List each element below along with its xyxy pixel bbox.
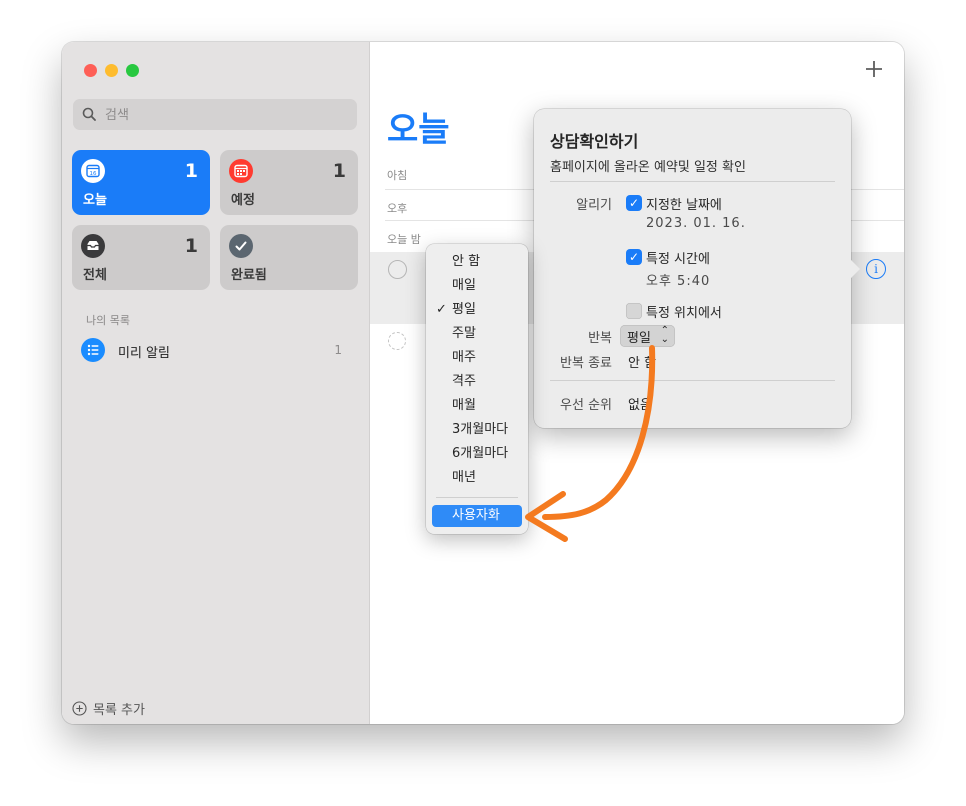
menu-item-every-6-months[interactable]: 6개월마다	[432, 443, 522, 465]
scheduled-label: 예정	[231, 193, 255, 208]
minimize-button[interactable]	[105, 64, 118, 77]
calendar-today-icon: 16	[81, 159, 105, 183]
smart-list-all[interactable]: 1 전체	[72, 225, 210, 290]
scheduled-count: 1	[332, 160, 346, 182]
svg-text:16: 16	[90, 171, 97, 177]
smart-list-completed[interactable]: 완료됨	[220, 225, 358, 290]
priority-label: 우선 순위	[560, 398, 612, 413]
close-button[interactable]	[84, 64, 97, 77]
alert-label: 알리기	[576, 198, 612, 213]
time-value[interactable]: 오후 5:40	[646, 270, 710, 289]
section-afternoon: 오후	[387, 202, 408, 215]
all-label: 전체	[83, 268, 107, 283]
repeat-value: 평일	[627, 330, 651, 346]
search-icon	[82, 107, 96, 121]
divider	[550, 181, 835, 182]
reminder-title[interactable]: 상담확인하기	[550, 128, 638, 152]
priority-value[interactable]: 없음	[628, 394, 652, 413]
today-count: 1	[184, 160, 198, 182]
add-list-button[interactable]: 목록 추가	[72, 698, 145, 718]
new-reminder-checkbox[interactable]	[388, 332, 406, 350]
complete-checkbox[interactable]	[388, 260, 407, 279]
menu-item-weekends[interactable]: 주말	[432, 323, 522, 345]
at-time-label: 특정 시간에	[646, 252, 710, 267]
divider	[550, 380, 835, 381]
reminder-note[interactable]: 홈페이지에 올라온 예약및 일정 확인	[550, 156, 746, 175]
page-title: 오늘	[387, 110, 450, 150]
sidebar: 16 1 오늘 1 예정 1 전체 완료됨 나의 목록	[62, 42, 370, 724]
checkmark-done-icon	[229, 234, 253, 258]
popover-arrow	[850, 259, 860, 279]
zoom-button[interactable]	[126, 64, 139, 77]
menu-item-weekly[interactable]: 매주	[432, 347, 522, 369]
menu-item-biweekly[interactable]: 격주	[432, 371, 522, 393]
add-reminder-button[interactable]	[862, 57, 886, 81]
search-input[interactable]	[103, 103, 347, 127]
at-time-checkbox[interactable]: ✓	[626, 249, 642, 265]
menu-item-weekdays[interactable]: ✓ 평일	[432, 299, 522, 321]
my-lists-header: 나의 목록	[86, 314, 130, 327]
add-list-label: 목록 추가	[93, 702, 145, 718]
search-field[interactable]	[73, 99, 357, 130]
end-repeat-label: 반복 종료	[560, 356, 612, 371]
menu-item-never[interactable]: 안 함	[432, 251, 522, 273]
tray-all-icon	[81, 234, 105, 258]
repeat-popup-button[interactable]: 평일 ⌃ ⌄	[620, 325, 675, 347]
date-value[interactable]: 2023. 01. 16.	[646, 216, 746, 231]
end-repeat-value[interactable]: 안 함	[628, 352, 656, 371]
repeat-label: 반복	[588, 331, 612, 346]
section-morning: 아침	[387, 169, 408, 182]
today-label: 오늘	[83, 193, 107, 208]
on-date-label: 지정한 날짜에	[646, 198, 722, 213]
completed-label: 완료됨	[231, 268, 267, 283]
menu-separator	[436, 497, 518, 498]
calendar-scheduled-icon	[229, 159, 253, 183]
plus-icon	[866, 61, 882, 77]
checkmark-icon: ✓	[436, 302, 447, 317]
repeat-menu: 안 함 매일 ✓ 평일 주말 매주 격주 매월 3개월마다 6개월마다 매년 사용…	[426, 244, 528, 534]
chevron-updown-icon: ⌃ ⌄	[660, 325, 669, 345]
list-bullet-icon	[81, 338, 105, 362]
window-controls	[84, 64, 139, 77]
smart-list-scheduled[interactable]: 1 예정	[220, 150, 358, 215]
list-item-reminders[interactable]: 미리 알림 1	[78, 336, 358, 364]
menu-item-daily[interactable]: 매일	[432, 275, 522, 297]
at-location-checkbox[interactable]	[626, 303, 642, 319]
menu-item-monthly[interactable]: 매월	[432, 395, 522, 417]
smart-list-today[interactable]: 16 1 오늘	[72, 150, 210, 215]
section-tonight: 오늘 밤	[387, 233, 421, 246]
list-count: 1	[334, 343, 342, 357]
all-count: 1	[184, 235, 198, 257]
menu-item-yearly[interactable]: 매년	[432, 467, 522, 489]
menu-item-every-3-months[interactable]: 3개월마다	[432, 419, 522, 441]
plus-circle-icon	[72, 700, 87, 716]
at-location-label: 특정 위치에서	[646, 306, 722, 321]
on-date-checkbox[interactable]: ✓	[626, 195, 642, 211]
menu-item-custom[interactable]: 사용자화	[432, 505, 522, 527]
info-icon[interactable]: i	[866, 259, 886, 279]
list-label: 미리 알림	[118, 346, 170, 361]
reminder-detail-popover: 상담확인하기 홈페이지에 올라온 예약및 일정 확인 알리기 ✓ 지정한 날짜에…	[534, 109, 860, 428]
